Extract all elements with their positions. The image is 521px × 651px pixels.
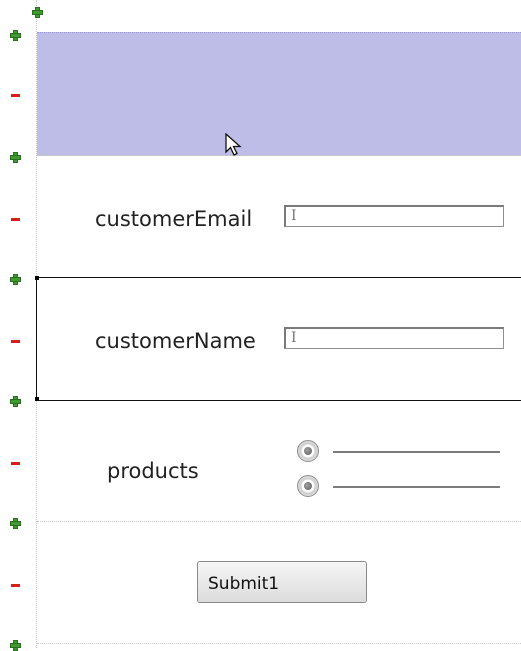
submit-button[interactable]: Submit1 <box>197 561 367 603</box>
remove-row-icon[interactable] <box>11 462 20 465</box>
remove-row-icon[interactable] <box>11 218 20 221</box>
mouse-pointer-icon <box>225 133 242 156</box>
text-cursor-icon: I <box>291 208 297 224</box>
customer-name-label: customerName <box>95 329 256 353</box>
row-divider <box>37 521 521 522</box>
selection-handle[interactable] <box>35 276 39 280</box>
add-row-icon[interactable] <box>10 152 21 163</box>
selection-handle[interactable] <box>35 397 39 401</box>
radio-option-2-line <box>333 486 500 488</box>
customer-name-field[interactable]: I <box>284 327 504 349</box>
remove-row-icon[interactable] <box>11 584 20 587</box>
products-label: products <box>107 459 199 483</box>
row-divider <box>37 643 521 644</box>
row-divider <box>37 155 521 156</box>
radio-option-2[interactable] <box>297 475 319 497</box>
remove-row-icon[interactable] <box>11 340 20 343</box>
add-row-icon[interactable] <box>10 274 21 285</box>
customer-email-field[interactable]: I <box>284 205 504 227</box>
customer-email-label: customerEmail <box>95 207 253 231</box>
radio-option-1[interactable] <box>297 440 319 462</box>
add-row-icon[interactable] <box>10 30 21 41</box>
add-row-icon[interactable] <box>10 640 21 651</box>
remove-row-icon[interactable] <box>11 94 20 97</box>
add-row-icon[interactable] <box>10 518 21 529</box>
add-row-icon[interactable] <box>10 396 21 407</box>
text-cursor-icon: I <box>291 330 297 346</box>
radio-option-1-line <box>333 451 500 453</box>
add-column-icon[interactable] <box>32 7 43 18</box>
selected-row-band[interactable] <box>37 32 521 156</box>
